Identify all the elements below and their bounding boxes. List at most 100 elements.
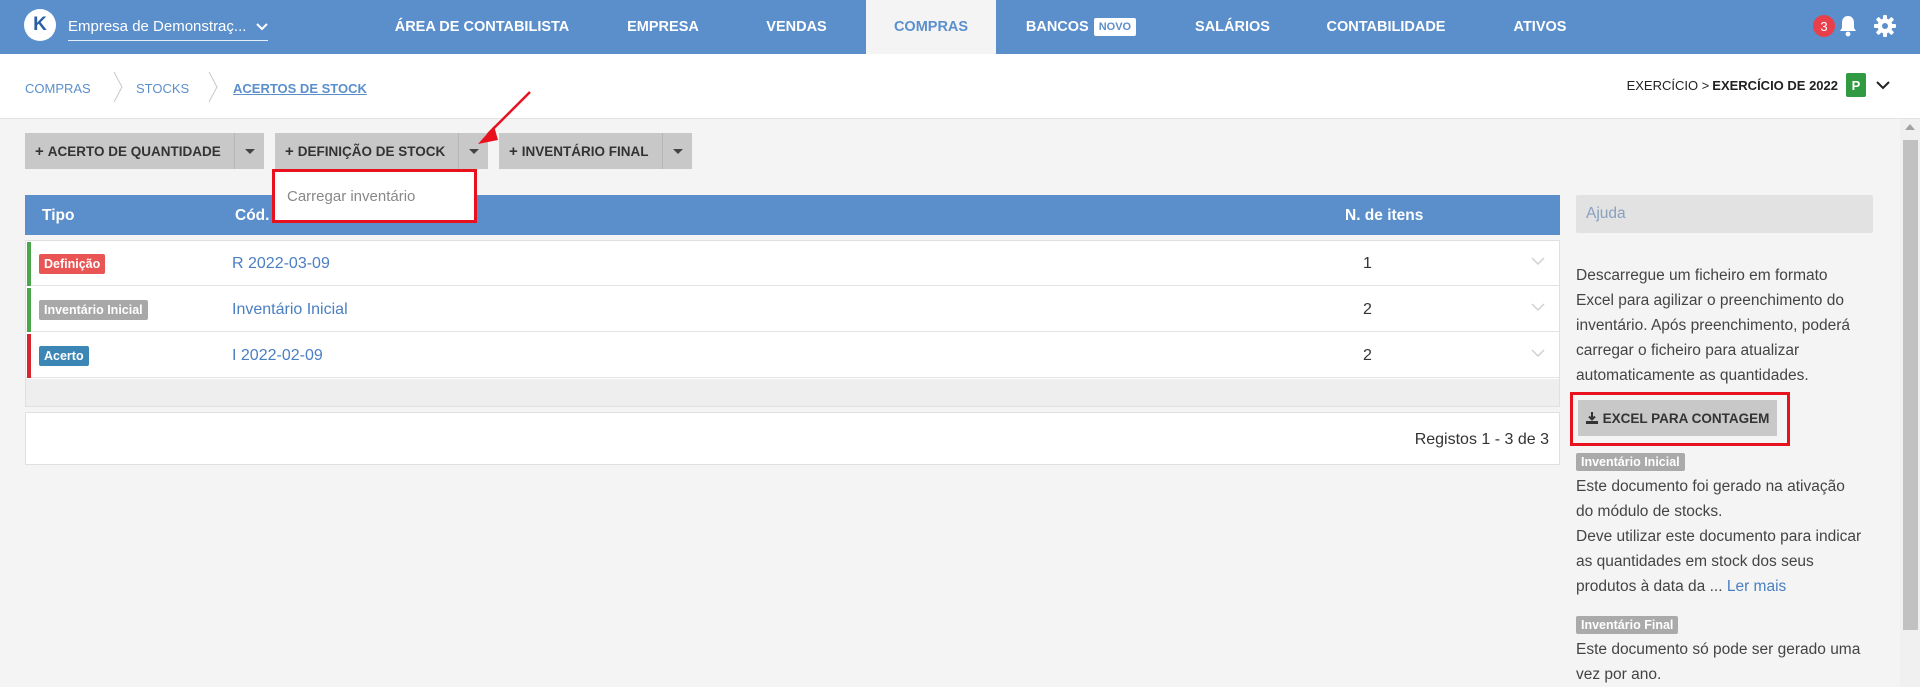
nav-item-label: VENDAS [766,19,827,35]
help-line: carregar o ficheiro para atualizar [1576,342,1800,359]
company-name: Empresa de Demonstraç... [68,18,247,35]
row-status-stripe [27,242,31,286]
new-badge: NOVO [1093,18,1137,36]
document-code-link[interactable]: Inventário Inicial [232,301,348,319]
breadcrumb-bar: COMPRAS STOCKS ACERTOS DE STOCK EXERCÍCI… [0,54,1920,119]
plus-icon: + [285,142,294,160]
document-code-link[interactable]: I 2022-02-09 [232,347,323,365]
help-line: automaticamente as quantidades. [1576,367,1809,384]
inventario-final-label: INVENTÁRIO FINAL [521,143,649,159]
pagination-bar: Registos 1 - 3 de 3 [25,412,1560,465]
breadcrumb-compras[interactable]: COMPRAS [25,81,91,96]
type-badge: Inventário Inicial [39,300,148,320]
nav-item-label: CONTABILIDADE [1326,19,1446,35]
nav-item-label: ATIVOS [1513,19,1567,35]
chevron-down-icon[interactable] [1531,303,1545,312]
scrollbar-thumb[interactable] [1903,140,1918,630]
acerto-quantidade-label: ACERTO DE QUANTIDADE [47,143,221,159]
chevron-down-icon[interactable] [1531,257,1545,266]
column-header-n-itens[interactable]: N. de itens [1345,207,1423,225]
help-line-last: produtos à data da ... Ler mais [1576,574,1876,599]
definicao-stock-button[interactable]: + DEFINIÇÃO DE STOCK [275,133,458,169]
table-footer-strip [26,379,1559,406]
app-logo[interactable]: K [24,9,56,41]
type-badge: Definição [39,254,106,274]
help-line: as quantidades em stock dos seus [1576,553,1814,570]
item-count: 1 [1363,255,1372,272]
annotation-arrow-icon [478,91,531,144]
caret-down-icon [672,148,683,154]
excel-para-contagem-button[interactable]: EXCEL PARA CONTAGEM [1578,400,1777,436]
definicao-stock-dropdown-menu: Carregar inventário [272,169,477,223]
row-status-stripe [27,288,31,332]
excel-button-highlight: EXCEL PARA CONTAGEM [1570,392,1790,446]
nav-item-compras[interactable]: COMPRAS [866,0,996,54]
chevron-down-icon[interactable] [1531,349,1545,358]
column-header-tipo[interactable]: Tipo [42,207,74,225]
nav-item-label: BANCOS [1025,19,1089,35]
help-line: inventário. Após preenchimento, poderá [1576,317,1851,334]
acerto-quantidade-button[interactable]: + ACERTO DE QUANTIDADE [25,133,234,169]
exercise-value: EXERCÍCIO DE 2022 [1712,77,1838,93]
nav-item-bancos[interactable]: BANCOS NOVO [1016,0,1146,54]
item-count: 2 [1363,347,1372,364]
nav-item-label: EMPRESA [627,19,699,35]
help-intro-text: Descarregue um ficheiro em formato Excel… [1576,263,1876,388]
nav-item-label: ÁREA DE CONTABILISTA [394,19,570,35]
nav-item-empresa[interactable]: EMPRESA [608,0,718,54]
gear-icon[interactable] [1872,12,1898,40]
help-line: produtos à data da [1576,578,1706,595]
help-line: do módulo de stocks. [1576,503,1723,520]
read-more-link[interactable]: Ler mais [1727,578,1786,595]
help-final-text: Este documento só pode ser gerado uma ve… [1576,637,1876,687]
records-count: Registos 1 - 3 de 3 [1414,431,1549,448]
inventario-inicial-tag: Inventário Inicial [1576,453,1685,471]
breadcrumb-stocks[interactable]: STOCKS [136,81,189,96]
nav-item-vendas[interactable]: VENDAS [744,0,849,54]
help-panel-title[interactable]: Ajuda [1576,195,1873,233]
help-line: Excel para agilizar o preenchimento do [1576,292,1844,309]
nav-item-label: COMPRAS [893,19,969,35]
inventario-final-dropdown-toggle[interactable] [662,133,692,169]
excel-button-label: EXCEL PARA CONTAGEM [1602,410,1770,426]
breadcrumb-separator-icon [113,71,123,103]
help-line: Descarregue um ficheiro em formato [1576,267,1828,284]
table-row[interactable]: Acerto I 2022-02-09 2 [26,333,1559,378]
menu-item-carregar-inventario[interactable]: Carregar inventário [287,188,415,205]
breadcrumb-acertos-de-stock[interactable]: ACERTOS DE STOCK [233,81,367,96]
nav-item-label: SALÁRIOS [1195,19,1270,35]
acerto-quantidade-dropdown-toggle[interactable] [234,133,264,169]
nav-item-area-contabilista[interactable]: ÁREA DE CONTABILISTA [380,0,584,54]
column-header-codigo[interactable]: Cód. [235,207,269,225]
chevron-down-icon [250,19,268,34]
definicao-stock-label: DEFINIÇÃO DE STOCK [297,143,446,159]
nav-item-ativos[interactable]: ATIVOS [1490,0,1590,54]
document-code-link[interactable]: R 2022-03-09 [232,255,330,273]
plus-icon: + [35,142,44,160]
table-row[interactable]: Inventário Inicial Inventário Inicial 2 [26,287,1559,332]
notification-count-badge[interactable]: 3 [1813,15,1835,37]
scroll-up-arrow-icon[interactable] [1905,124,1915,130]
top-navigation-bar: K Empresa de Demonstraç... ÁREA DE CONTA… [0,0,1920,54]
exercise-selector[interactable]: EXERCÍCIO > EXERCÍCIO DE 2022 P [1627,73,1890,97]
nav-item-contabilidade[interactable]: CONTABILIDADE [1316,0,1456,54]
help-initial-text: Este documento foi gerado na ativação do… [1576,474,1876,599]
breadcrumb-separator-icon [208,71,218,103]
caret-down-icon [244,148,255,154]
company-selector[interactable]: Empresa de Demonstraç... [68,13,268,41]
type-badge: Acerto [39,346,89,366]
bell-icon[interactable] [1835,12,1861,40]
help-line: Este documento foi gerado na ativação [1576,478,1845,495]
chevron-down-icon [1876,78,1890,93]
help-line: Este documento só pode ser gerado uma [1576,641,1861,658]
table-row[interactable]: Definição R 2022-03-09 1 [26,241,1559,286]
item-count: 2 [1363,301,1372,318]
help-ellipsis: ... [1709,578,1723,595]
help-line: vez por ano. [1576,666,1662,683]
inventario-final-tag: Inventário Final [1576,616,1679,634]
exercise-prefix: EXERCÍCIO > [1626,77,1710,93]
nav-item-salarios[interactable]: SALÁRIOS [1180,0,1285,54]
download-icon [1585,412,1598,424]
row-status-stripe [27,334,31,378]
exercise-status-badge: P [1846,73,1866,97]
